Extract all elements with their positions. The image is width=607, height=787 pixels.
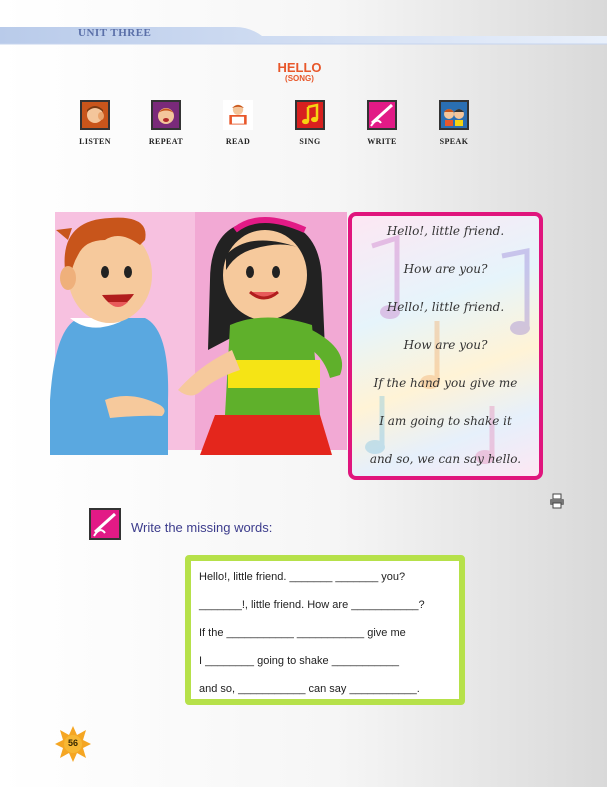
exercise-line: _______!, little friend. How are _______… <box>199 599 425 611</box>
fill-in-exercise-box: Hello!, little friend. _______ _______ y… <box>185 555 465 705</box>
lyric-line: If the hand you give me <box>373 376 518 390</box>
page-number-badge: 56 <box>54 725 92 763</box>
skill-label: REPEAT <box>148 137 184 146</box>
lyric-line: How are you? <box>403 262 488 276</box>
skill-label: LISTEN <box>79 137 111 146</box>
unit-title: UNIT THREE <box>78 27 152 39</box>
skill-label: READ <box>225 137 251 146</box>
lyric-line: Hello!, little friend. <box>386 300 505 314</box>
exercise-line: I ________ going to shake ___________ <box>199 655 400 667</box>
exercise-line: If the ___________ ___________ give me <box>199 627 406 639</box>
read-icon <box>223 100 253 130</box>
skill-label: SING <box>299 137 321 146</box>
lesson-subtitle: (SONG) <box>285 74 314 83</box>
lyric-line: Hello!, little friend. <box>386 224 505 238</box>
exercise-line: Hello!, little friend. _______ _______ y… <box>199 571 406 583</box>
lesson-title: HELLO <box>277 60 322 75</box>
song-lyrics-card: Hello!, little friend. How are you? Hell… <box>348 212 543 480</box>
exercise-instruction: Write the missing words: <box>131 520 273 535</box>
skill-speak: SPEAK <box>424 100 484 146</box>
skill-label: WRITE <box>367 137 397 146</box>
listen-icon <box>80 100 110 130</box>
lyric-line: I am going to shake it <box>379 414 512 428</box>
skill-label: SPEAK <box>439 137 469 146</box>
skill-listen: LISTEN <box>65 100 125 146</box>
page-number: 56 <box>67 738 78 748</box>
lyric-line: How are you? <box>403 338 488 352</box>
printer-icon[interactable] <box>549 493 565 509</box>
lyric-line: and so, we can say hello. <box>369 452 522 466</box>
music-note-icon <box>295 100 325 130</box>
skill-sing: SING <box>280 100 340 146</box>
skill-write: WRITE <box>352 100 412 146</box>
speak-icon <box>439 100 469 130</box>
pencil-write-icon <box>367 100 397 130</box>
skill-read: READ <box>208 100 268 146</box>
repeat-icon <box>151 100 181 130</box>
skill-repeat: REPEAT <box>136 100 196 146</box>
write-icon <box>89 508 121 540</box>
children-illustration <box>50 212 347 455</box>
exercise-line: and so, ___________ can say ___________. <box>199 683 420 695</box>
